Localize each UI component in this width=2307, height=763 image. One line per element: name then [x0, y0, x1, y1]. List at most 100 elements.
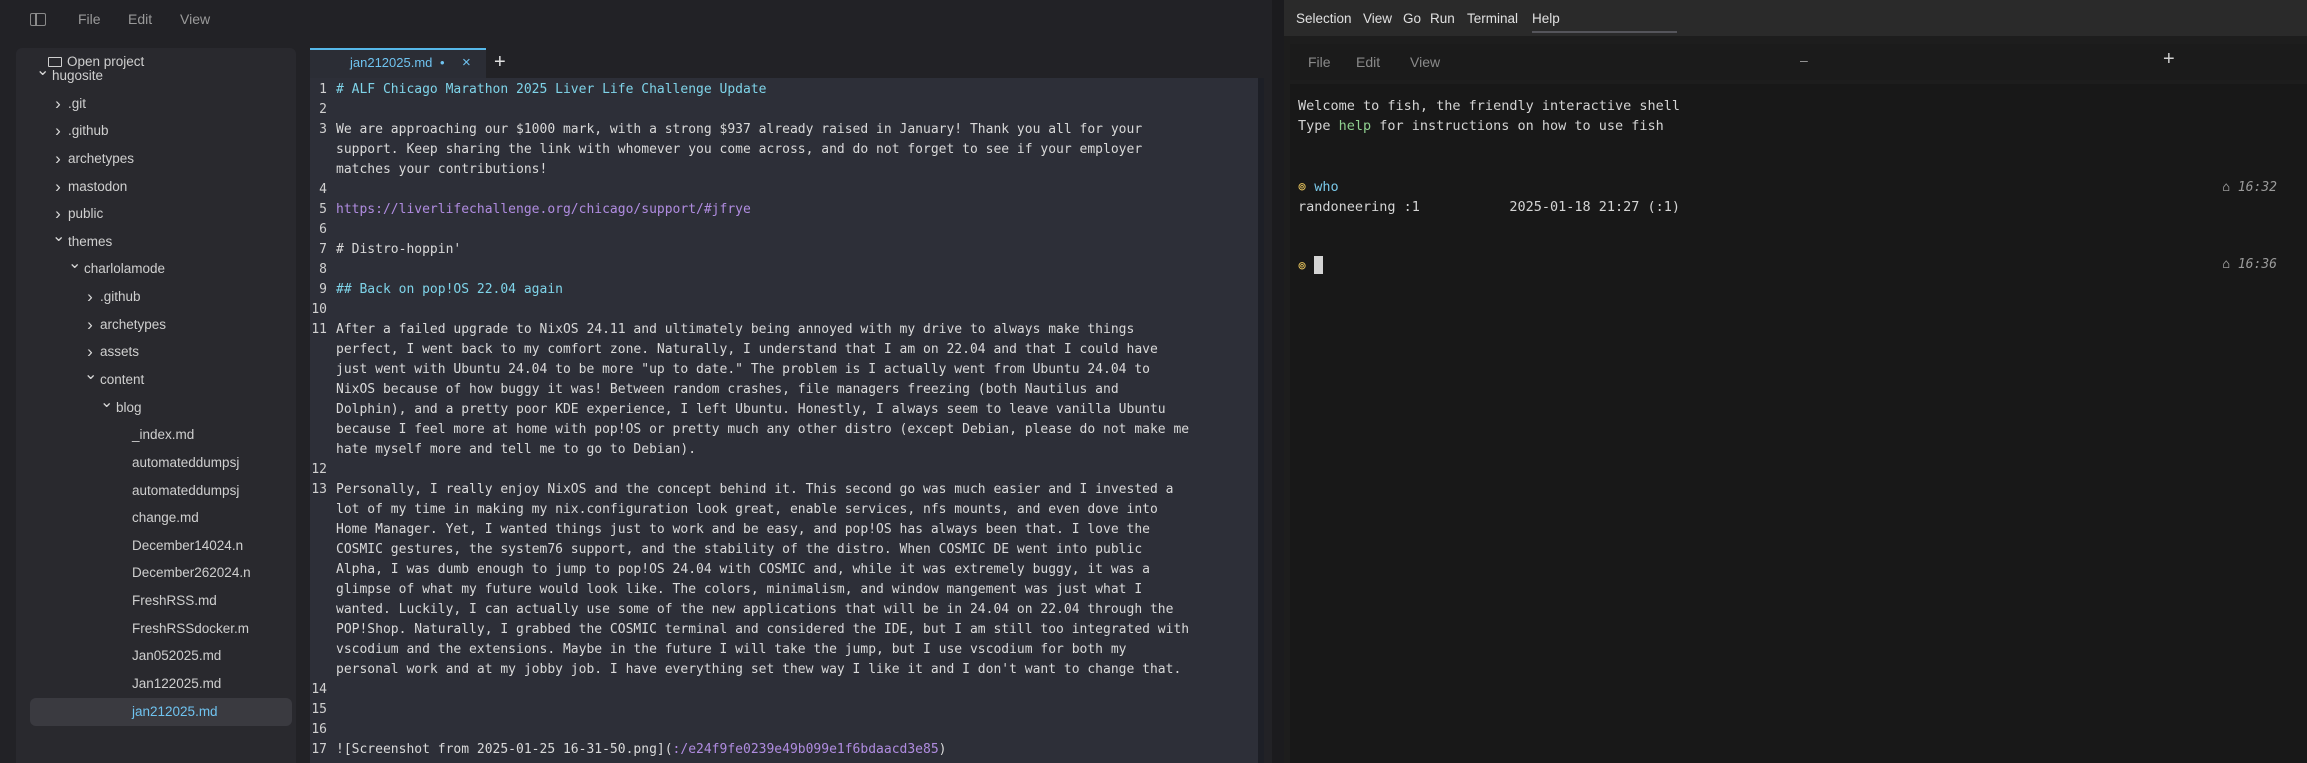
- code-line: # ALF Chicago Marathon 2025 Liver Life C…: [336, 82, 767, 97]
- tree-item-jan122025-md[interactable]: Jan122025.md: [16, 670, 296, 698]
- minimize-icon[interactable]: –: [1800, 52, 1808, 68]
- line-number: 15: [311, 702, 327, 717]
- line-number: 13: [311, 482, 327, 497]
- tree-item-public[interactable]: › public: [16, 200, 296, 228]
- tree-item-label: FreshRSS.md: [132, 593, 217, 609]
- tree-item-label: change.md: [132, 510, 199, 526]
- file-explorer-sidebar: Open project ⌄ hugosite › .git › .github › arch…: [16, 48, 296, 763]
- prompt-timestamp: ⌂ 16:32: [2222, 180, 2277, 195]
- terminal-menu-view[interactable]: View: [1410, 54, 1440, 70]
- editor-scrollbar[interactable]: [1258, 78, 1264, 763]
- new-tab-button[interactable]: +: [494, 48, 506, 76]
- who-output: randoneering :1 2025-01-18 21:27 (:1): [1298, 199, 1681, 215]
- tree-item-december14024-n[interactable]: December14024.n: [16, 532, 296, 560]
- close-icon[interactable]: ×: [462, 54, 471, 71]
- tree-item-december262024-n[interactable]: December262024.n: [16, 559, 296, 587]
- menu-underline: [1532, 31, 1677, 33]
- code-line: Personally, I really enjoy NixOS and the…: [336, 482, 1190, 677]
- sidebar-toggle-icon[interactable]: [30, 13, 46, 26]
- tree-item-label: mastodon: [68, 178, 128, 194]
- menu-selection[interactable]: Selection: [1296, 11, 1352, 26]
- tree-item-label: .github: [100, 289, 141, 305]
- menu-edit[interactable]: Edit: [128, 11, 152, 27]
- terminal-help-line: Type help for instructions on how to use…: [1298, 118, 1664, 134]
- tree-item-github[interactable]: › .github: [16, 117, 296, 145]
- tree-item-content[interactable]: ⌄ content: [16, 366, 296, 394]
- terminal-header: File Edit View – +: [1290, 44, 2307, 80]
- code-line: https://liverlifechallenge.org/chicago/s…: [336, 202, 751, 217]
- chevron-right-icon: ›: [55, 121, 61, 141]
- prompt-icon: ⊚: [1298, 258, 1307, 274]
- tree-item-label: archetypes: [100, 316, 167, 332]
- help-command: help: [1338, 118, 1372, 134]
- menu-view[interactable]: View: [180, 11, 210, 27]
- tree-item-freshrssdocker-m[interactable]: FreshRSSdocker.m: [16, 615, 296, 643]
- terminal-app-menubar: Selection View Go Run Terminal Help: [1284, 0, 2307, 36]
- tree-item-automateddumpsj[interactable]: automateddumpsj: [16, 477, 296, 505]
- line-number: 17: [311, 742, 327, 757]
- tree-item-label: content: [100, 371, 145, 387]
- tree-item-label: Jan052025.md: [132, 648, 222, 664]
- text-editor[interactable]: 1 # ALF Chicago Marathon 2025 Liver Life …: [310, 78, 1264, 763]
- tree-item-jan052025-md[interactable]: Jan052025.md: [16, 642, 296, 670]
- line-number: 9: [319, 282, 327, 297]
- tree-item-label: jan212025.md: [132, 703, 218, 719]
- menu-help[interactable]: Help: [1532, 11, 1560, 26]
- new-terminal-tab-button[interactable]: +: [2163, 48, 2175, 71]
- tree-item-archetypes[interactable]: › archetypes: [16, 311, 296, 339]
- tree-item-hugosite[interactable]: ⌄ hugosite: [16, 62, 296, 90]
- terminal-active-prompt[interactable]: ⊚: [1298, 256, 1324, 274]
- terminal-prompt-line: ⊚ who: [1298, 179, 1339, 195]
- tree-item-automateddumpsj[interactable]: automateddumpsj: [16, 449, 296, 477]
- terminal-menu-edit[interactable]: Edit: [1356, 54, 1380, 70]
- code-line: ## Back on pop!OS 22.04 again: [336, 282, 563, 297]
- chevron-down-icon: ⌄: [68, 255, 82, 273]
- tree-item-assets[interactable]: › assets: [16, 338, 296, 366]
- code-line: After a failed upgrade to NixOS 24.11 an…: [336, 322, 1190, 457]
- tab-jan212025[interactable]: jan212025.md • ×: [310, 48, 486, 78]
- tree-item-label: December262024.n: [132, 565, 251, 581]
- chevron-down-icon: ⌄: [36, 62, 50, 79]
- prompt-icon: ⊚: [1298, 179, 1307, 195]
- tree-item-label: assets: [100, 344, 140, 360]
- line-number: 2: [319, 102, 327, 117]
- tree-item-freshrss-md[interactable]: FreshRSS.md: [16, 587, 296, 615]
- tree-item-label: hugosite: [52, 68, 104, 83]
- unsaved-dot-icon: •: [440, 55, 445, 70]
- menu-view[interactable]: View: [1363, 11, 1392, 26]
- line-number: 4: [319, 182, 327, 197]
- tree-item-label: .github: [68, 123, 109, 139]
- menu-run[interactable]: Run: [1430, 11, 1455, 26]
- tree-item-themes[interactable]: ⌄ themes: [16, 228, 296, 256]
- tree-item-jan212025-md[interactable]: jan212025.md: [30, 697, 292, 726]
- tree-item-label: FreshRSSdocker.m: [132, 620, 250, 636]
- tree-item-index-md[interactable]: _index.md: [16, 421, 296, 449]
- chevron-right-icon: ›: [87, 314, 93, 334]
- chevron-down-icon: ⌄: [100, 393, 114, 411]
- line-number: 12: [311, 462, 327, 477]
- tree-item-blog[interactable]: ⌄ blog: [16, 394, 296, 422]
- chevron-down-icon: ⌄: [52, 227, 66, 245]
- tree-item-git[interactable]: › .git: [16, 90, 296, 118]
- tree-item-label: archetypes: [68, 150, 135, 166]
- tree-item-change-md[interactable]: change.md: [16, 504, 296, 532]
- tree-item-archetypes[interactable]: › archetypes: [16, 145, 296, 173]
- tree-item-charlolamode[interactable]: ⌄ charlolamode: [16, 255, 296, 283]
- line-number: 7: [319, 242, 327, 257]
- menu-terminal[interactable]: Terminal: [1467, 11, 1518, 26]
- line-number: 1: [319, 82, 327, 97]
- window-divider: [1272, 0, 1284, 763]
- code-line: # Distro-hoppin': [336, 242, 462, 257]
- line-number: 10: [311, 302, 327, 317]
- tree-item-label: public: [68, 206, 104, 222]
- line-number: 5: [319, 202, 327, 217]
- tree-item-mastodon[interactable]: › mastodon: [16, 173, 296, 201]
- terminal-menu-file[interactable]: File: [1308, 54, 1331, 70]
- tree-item-github[interactable]: › .github: [16, 283, 296, 311]
- menu-file[interactable]: File: [78, 11, 101, 27]
- line-number: 8: [319, 262, 327, 277]
- chevron-right-icon: ›: [55, 93, 61, 113]
- terminal-output[interactable]: Welcome to fish, the friendly interactiv…: [1290, 84, 2307, 763]
- menu-go[interactable]: Go: [1403, 11, 1421, 26]
- line-number: 6: [319, 222, 327, 237]
